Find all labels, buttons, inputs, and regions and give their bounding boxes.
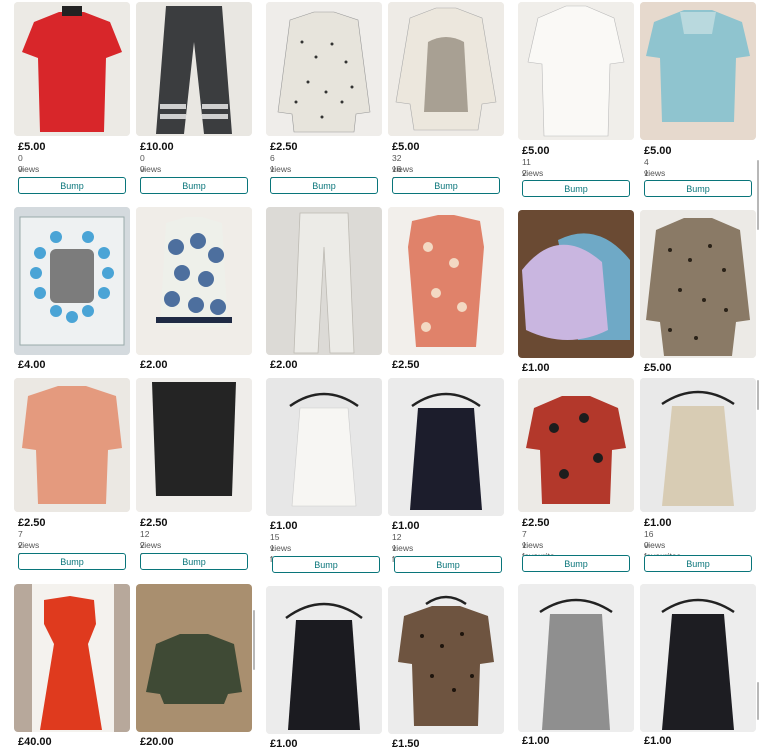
listing-price: £2.50 — [270, 141, 298, 153]
listing-photo[interactable] — [266, 378, 382, 516]
scrollbar[interactable] — [757, 682, 759, 720]
listing-price: £2.50 — [392, 359, 420, 371]
listing-price: £2.00 — [270, 359, 298, 371]
listing-photo[interactable] — [518, 378, 634, 512]
bump-button[interactable]: Bump — [392, 177, 500, 194]
listing-price: £10.00 — [140, 141, 174, 153]
listing-price: £1.00 — [270, 738, 298, 750]
listing-price: £1.00 — [392, 520, 420, 532]
listing-photo[interactable] — [640, 210, 756, 358]
listing-photo[interactable] — [388, 207, 504, 355]
listing-price: £2.50 — [18, 517, 46, 529]
bump-button[interactable]: Bump — [644, 555, 752, 572]
listing-price: £1.00 — [644, 517, 672, 529]
listing-price: £2.50 — [522, 517, 550, 529]
bump-button[interactable]: Bump — [270, 177, 378, 194]
listing-price: £1.00 — [522, 735, 550, 747]
listing-photo[interactable] — [266, 586, 382, 734]
bump-button[interactable]: Bump — [522, 555, 630, 572]
listing-photo[interactable] — [14, 2, 130, 136]
listing-price: £2.00 — [140, 359, 168, 371]
listing-price: £20.00 — [140, 736, 174, 748]
listing-photo[interactable] — [136, 207, 252, 355]
bump-button[interactable]: Bump — [140, 177, 248, 194]
listing-price: £1.00 — [644, 735, 672, 747]
listing-price: £40.00 — [18, 736, 52, 748]
listing-price: £1.00 — [522, 362, 550, 374]
scrollbar[interactable] — [757, 160, 759, 230]
listing-photo[interactable] — [640, 2, 756, 140]
listing-price: £5.00 — [644, 362, 672, 374]
listing-price: £5.00 — [392, 141, 420, 153]
bump-button[interactable]: Bump — [18, 177, 126, 194]
listing-photo[interactable] — [136, 2, 252, 136]
listing-photo[interactable] — [518, 2, 634, 140]
listing-price: £1.00 — [270, 520, 298, 532]
listing-photo[interactable] — [14, 378, 130, 512]
scrollbar[interactable] — [757, 380, 759, 410]
listing-price: £5.00 — [644, 145, 672, 157]
listings-grid: £5.00 0 views 0 favourites Bump £10.00 0… — [0, 0, 768, 752]
listing-photo[interactable] — [266, 2, 382, 136]
listing-photo[interactable] — [388, 378, 504, 516]
listing-photo[interactable] — [266, 207, 382, 355]
listing-photo[interactable] — [136, 584, 252, 732]
bump-button[interactable]: Bump — [140, 553, 248, 570]
bump-button[interactable]: Bump — [394, 556, 502, 573]
bump-button[interactable]: Bump — [522, 180, 630, 197]
listing-price: £1.50 — [392, 738, 420, 750]
listing-price: £4.00 — [18, 359, 46, 371]
listing-price: £2.50 — [140, 517, 168, 529]
scrollbar[interactable] — [253, 610, 255, 670]
listing-photo[interactable] — [14, 207, 130, 355]
listing-photo[interactable] — [518, 584, 634, 732]
listing-photo[interactable] — [640, 584, 756, 732]
listing-photo[interactable] — [640, 378, 756, 512]
listing-photo[interactable] — [518, 210, 634, 358]
listing-price: £5.00 — [18, 141, 46, 153]
bump-button[interactable]: Bump — [18, 553, 126, 570]
listing-photo[interactable] — [388, 586, 504, 734]
listing-price: £5.00 — [522, 145, 550, 157]
bump-button[interactable]: Bump — [644, 180, 752, 197]
bump-button[interactable]: Bump — [272, 556, 380, 573]
listing-photo[interactable] — [136, 378, 252, 512]
listing-photo[interactable] — [14, 584, 130, 732]
listing-photo[interactable] — [388, 2, 504, 136]
